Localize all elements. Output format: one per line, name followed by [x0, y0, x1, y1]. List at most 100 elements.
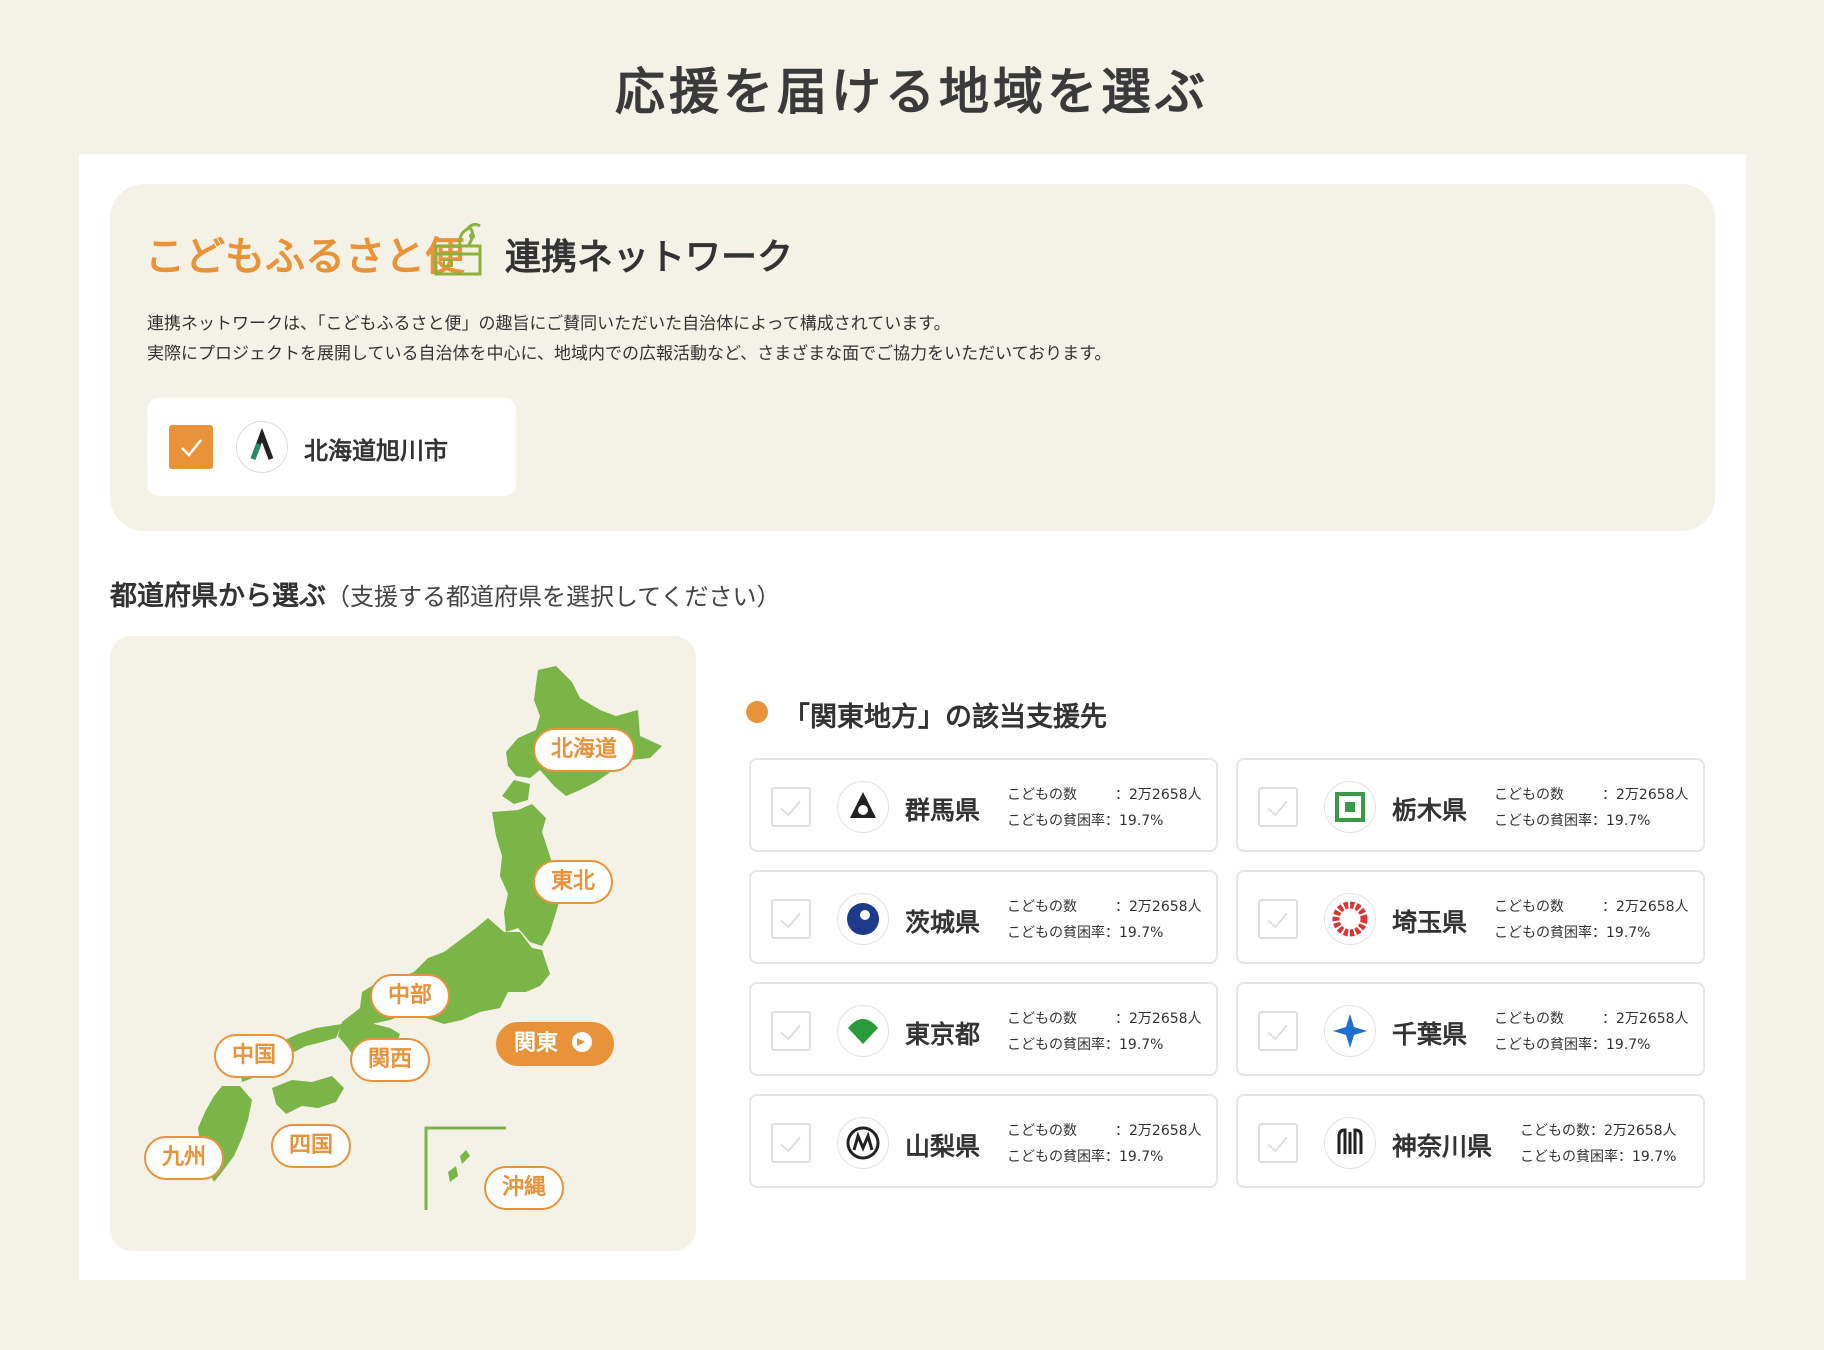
poverty-rate-row: こどもの貧困率：19.7%: [1007, 920, 1202, 946]
chiba-emblem-icon: [1324, 1005, 1376, 1057]
prefecture-stats: こどもの数：2万2658人 こどもの貧困率：19.7%: [1520, 1118, 1677, 1170]
children-count-row: こどもの数 ：2万2658人: [1494, 782, 1689, 808]
children-count-row: こどもの数：2万2658人: [1007, 1118, 1202, 1144]
region-kyushu[interactable]: 九州: [144, 1136, 225, 1180]
children-separator: ：: [1602, 787, 1616, 803]
children-value: 2万2658人: [1129, 1123, 1202, 1139]
poverty-separator: ：: [1592, 925, 1606, 941]
poverty-separator: ：: [1105, 813, 1119, 829]
children-count-row: こどもの数：2万2658人: [1494, 1006, 1689, 1032]
region-kansai[interactable]: 関西: [350, 1038, 431, 1082]
tokyo-emblem-icon: [837, 1005, 889, 1057]
prefecture-card-tokyo[interactable]: 東京都 こどもの数 ：2万2658人 こどもの貧困率：19.7%: [749, 982, 1218, 1076]
network-description: 連携ネットワークは、「こどもふるさと便」の趣旨にご賛同いただいた自治体によって構…: [147, 309, 1111, 369]
city-name: 北海道旭川市: [304, 437, 448, 465]
japan-map: 北海道 東北 中部 関東 中国 関西 九州 四国 沖縄: [110, 636, 696, 1251]
poverty-rate-row: こどもの貧困率：19.7%: [1494, 1032, 1689, 1058]
poverty-label: こどもの貧困率: [1007, 1037, 1105, 1053]
poverty-separator: ：: [1105, 1149, 1119, 1165]
network-box: こどもふるさと便 連携ネットワーク 連携ネットワークは、「こどもふるさと便」の趣…: [110, 184, 1715, 531]
prefecture-section-heading: 都道府県から選ぶ（支援する都道府県を選択してください）: [110, 574, 781, 613]
region-hokkaido[interactable]: 北海道: [533, 728, 636, 772]
poverty-rate-row: こどもの貧困率：19.7%: [1007, 1032, 1202, 1058]
children-value: 2万2658人: [1616, 787, 1689, 803]
prefecture-name: 山梨県: [905, 1132, 981, 1161]
children-label: こどもの数: [1007, 1011, 1077, 1027]
map-okinawa-2: [448, 1166, 458, 1182]
poverty-separator: ：: [1105, 925, 1119, 941]
prefecture-checkbox[interactable]: [1258, 899, 1298, 939]
children-value: 2万2658人: [1129, 899, 1202, 915]
main-panel: こどもふるさと便 連携ネットワーク 連携ネットワークは、「こどもふるさと便」の趣…: [79, 154, 1746, 1280]
prefecture-card-saitama[interactable]: 埼玉県 こどもの数 ：2万2658人 こどもの貧困率：19.7%: [1236, 870, 1705, 964]
city-checkbox[interactable]: [169, 425, 213, 469]
children-value: 2万2658人: [1604, 1123, 1677, 1139]
prefecture-checkbox[interactable]: [1258, 1011, 1298, 1051]
prefecture-stats: こどもの数：2万2658人 こどもの貧困率：19.7%: [1007, 894, 1202, 946]
prefecture-name: 神奈川県: [1392, 1132, 1493, 1161]
city-card-asahikawa[interactable]: 北海道旭川市: [147, 398, 516, 496]
poverty-rate-row: こどもの貧困率：19.7%: [1494, 808, 1689, 834]
brand-logo: こどもふるさと便: [145, 234, 465, 280]
poverty-label: こどもの貧困率: [1520, 1149, 1618, 1165]
prefecture-stats: こどもの数：2万2658人 こどもの貧困率：19.7%: [1007, 782, 1202, 834]
prefecture-checkbox[interactable]: [771, 1011, 811, 1051]
prefecture-checkbox[interactable]: [1258, 787, 1298, 827]
poverty-label: こどもの貧困率: [1007, 813, 1105, 829]
poverty-value: 19.7%: [1119, 813, 1164, 829]
prefecture-card-tochigi[interactable]: 栃木県 こどもの数 ：2万2658人 こどもの貧困率：19.7%: [1236, 758, 1705, 852]
prefecture-checkbox[interactable]: [771, 1123, 811, 1163]
children-value: 2万2658人: [1129, 787, 1202, 803]
poverty-value: 19.7%: [1606, 1037, 1651, 1053]
children-label: こどもの数: [1007, 787, 1077, 803]
poverty-separator: ：: [1592, 813, 1606, 829]
poverty-value: 19.7%: [1119, 925, 1164, 941]
children-separator: ：: [1602, 1011, 1616, 1027]
children-label: こどもの数: [1494, 787, 1564, 803]
prefecture-name: 千葉県: [1392, 1020, 1468, 1049]
yamanashi-emblem-icon: [837, 1117, 889, 1169]
region-okinawa[interactable]: 沖縄: [484, 1166, 565, 1210]
region-kanto[interactable]: 関東: [496, 1022, 615, 1066]
section-heading-sub: （支援する都道府県を選択してください）: [326, 583, 781, 611]
children-separator: ：: [1115, 1123, 1129, 1139]
ibaraki-emblem-icon: [837, 893, 889, 945]
children-separator: ：: [1115, 787, 1129, 803]
prefecture-card-chiba[interactable]: 千葉県 こどもの数 ：2万2658人 こどもの貧困率：19.7%: [1236, 982, 1705, 1076]
poverty-label: こどもの貧困率: [1007, 925, 1105, 941]
network-title: 連携ネットワーク: [505, 237, 794, 278]
prefecture-card-yamanashi[interactable]: 山梨県 こどもの数 ：2万2658人 こどもの貧困率：19.7%: [749, 1094, 1218, 1188]
children-count-row: こどもの数：2万2658人: [1494, 894, 1689, 920]
region-chugoku[interactable]: 中国: [214, 1034, 295, 1078]
prefecture-card-kanagawa[interactable]: 神奈川県 こどもの数：2万2658人 こどもの貧困率：19.7%: [1236, 1094, 1705, 1188]
vegetable-box-icon: [434, 222, 482, 276]
gunma-emblem-icon: [837, 781, 889, 833]
prefecture-name: 埼玉県: [1392, 908, 1468, 937]
prefecture-card-ibaraki[interactable]: 茨城県 こどもの数 ：2万2658人 こどもの貧困率：19.7%: [749, 870, 1218, 964]
region-shikoku[interactable]: 四国: [271, 1124, 352, 1168]
children-label: こどもの数: [1494, 899, 1564, 915]
network-description-line: 連携ネットワークは、「こどもふるさと便」の趣旨にご賛同いただいた自治体によって構…: [147, 314, 951, 334]
region-chubu[interactable]: 中部: [370, 974, 451, 1018]
poverty-rate-row: こどもの貧困率：19.7%: [1520, 1144, 1677, 1170]
poverty-rate-row: こどもの貧困率：19.7%: [1494, 920, 1689, 946]
prefecture-checkbox[interactable]: [771, 899, 811, 939]
results-title: 「関東地方」の該当支援先: [783, 702, 1107, 733]
children-label: こどもの数: [1007, 899, 1077, 915]
poverty-value: 19.7%: [1632, 1149, 1677, 1165]
children-label: こどもの数: [1494, 1011, 1564, 1027]
children-value: 2万2658人: [1129, 1011, 1202, 1027]
poverty-label: こどもの貧困率: [1494, 813, 1592, 829]
bullet-dot-icon: [746, 701, 768, 723]
children-count-row: こどもの数：2万2658人: [1007, 894, 1202, 920]
region-tohoku[interactable]: 東北: [533, 860, 614, 904]
page-title: 応援を届ける地域を選ぶ: [615, 63, 1209, 121]
children-count-row: こどもの数：2万2658人: [1520, 1118, 1677, 1144]
prefecture-checkbox[interactable]: [1258, 1123, 1298, 1163]
saitama-emblem-icon: [1324, 893, 1376, 945]
kanagawa-emblem-icon: [1324, 1117, 1376, 1169]
prefecture-card-gunma[interactable]: 群馬県 こどもの数 ：2万2658人 こどもの貧困率：19.7%: [749, 758, 1218, 852]
prefecture-checkbox[interactable]: [771, 787, 811, 827]
poverty-value: 19.7%: [1119, 1149, 1164, 1165]
prefecture-name: 栃木県: [1392, 796, 1468, 825]
